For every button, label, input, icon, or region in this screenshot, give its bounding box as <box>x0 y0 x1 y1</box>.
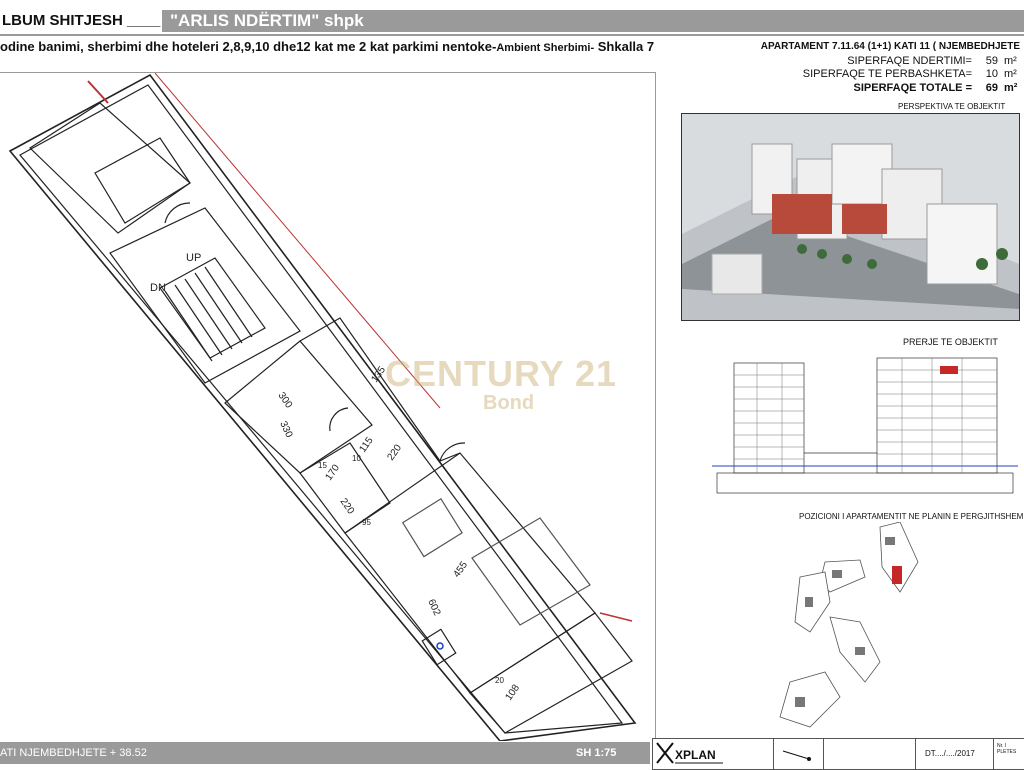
area-label: SIPERFAQE TE PERBASHKETA= <box>802 68 972 80</box>
site-plan-drawing <box>779 521 919 728</box>
watermark-sub: Bond <box>483 392 535 414</box>
project-description-main: odine banimi, sherbimi dhe hoteleri 2,8,… <box>0 39 497 54</box>
plan-dim-220b: 220 <box>338 496 357 516</box>
album-title: LBUM SHITJESH ____ <box>0 10 162 32</box>
sheet-number: Nr. I PLETES <box>997 743 1017 755</box>
building-section <box>712 348 1018 508</box>
area-label: SIPERFAQE NDERTIMI= <box>847 55 972 67</box>
watermark-brand: CENTURY 21 <box>385 353 618 394</box>
plan-dim-10: 10 <box>352 454 361 463</box>
area-label: SIPERFAQE TOTALE = <box>853 82 972 94</box>
company-name: "ARLIS NDËRTIM" shpk <box>170 11 364 30</box>
footer-scale: SH 1:75 <box>576 747 617 759</box>
project-description-stair: Shkalla 7 <box>594 39 655 54</box>
plan-dim-602: 602 <box>425 598 442 618</box>
title-block-divider <box>993 739 994 769</box>
project-description-ambient: Ambient Sherbimi- <box>496 42 595 54</box>
footer-bar: ATI NJEMBEDHJETE + 38.52 SH 1:75 <box>0 742 650 764</box>
plan-dim-455: 455 <box>451 559 470 579</box>
plan-dim-220a: 220 <box>385 442 404 462</box>
plan-dim-300: 300 <box>276 390 295 410</box>
xplan-logo-mark: XPLAN <box>656 742 723 764</box>
plan-dim-330: 330 <box>277 420 294 440</box>
title-block-divider <box>773 739 774 769</box>
area-row-building: SIPERFAQE NDERTIMI= 59 m² <box>847 55 1020 67</box>
apartment-title: APARTAMENT 7.11.64 (1+1) KATI 11 ( NJEMB… <box>760 41 1020 52</box>
plan-dim-95: 95 <box>362 518 371 527</box>
plan-label-dn: DN <box>150 282 166 294</box>
position-title: POZICIONI I APARTAMENTIT NE PLANIN E PER… <box>799 512 1024 521</box>
area-unit: m² <box>1004 82 1018 94</box>
plan-dim-15: 15 <box>318 461 327 470</box>
perspective-image <box>682 114 1019 320</box>
section-drawing <box>712 357 1018 494</box>
xplan-logo-text: XPLAN <box>675 748 716 762</box>
area-value: 10 <box>985 68 998 80</box>
floor-plan-frame: UP DN 300 330 135 115 220 170 220 455 60… <box>0 72 656 742</box>
plan-label-up: UP <box>186 252 201 264</box>
floor-plan-drawing: UP DN 300 330 135 115 220 170 220 455 60… <box>8 72 637 742</box>
title-block-divider <box>915 739 916 769</box>
xplan-logo: XPLAN <box>655 741 725 765</box>
area-row-common: SIPERFAQE TE PERBASHKETA= 10 m² <box>803 68 1020 80</box>
footer-floor: ATI NJEMBEDHJETE + 38.52 <box>0 747 147 759</box>
plan-dim-108: 108 <box>503 682 522 702</box>
title-block-divider <box>823 739 824 769</box>
area-row-total: SIPERFAQE TOTALE = 69 m² <box>854 82 1020 94</box>
area-unit: m² <box>1004 68 1017 80</box>
perspective-title: PERSPEKTIVA TE OBJEKTIT <box>898 102 1006 111</box>
site-plan <box>770 521 920 734</box>
project-description: odine banimi, sherbimi dhe hoteleri 2,8,… <box>0 39 654 54</box>
north-arrow-icon <box>782 750 811 761</box>
header-divider <box>0 34 1024 36</box>
area-value: 59 <box>985 55 998 67</box>
area-unit: m² <box>1004 55 1017 67</box>
title-block: XPLAN DT..../..../2017 Nr. I PLETES <box>652 738 1024 770</box>
area-value: 69 <box>985 82 998 94</box>
plan-dim-115: 115 <box>357 435 375 455</box>
section-title: PRERJE TE OBJEKTIT <box>903 337 998 347</box>
footer: ATI NJEMBEDHJETE + 38.52 SH 1:75 XPLAN D… <box>0 738 1024 770</box>
perspective-render <box>681 113 1020 321</box>
date-field: DT..../..../2017 <box>925 749 975 758</box>
plan-dim-20: 20 <box>495 676 504 685</box>
